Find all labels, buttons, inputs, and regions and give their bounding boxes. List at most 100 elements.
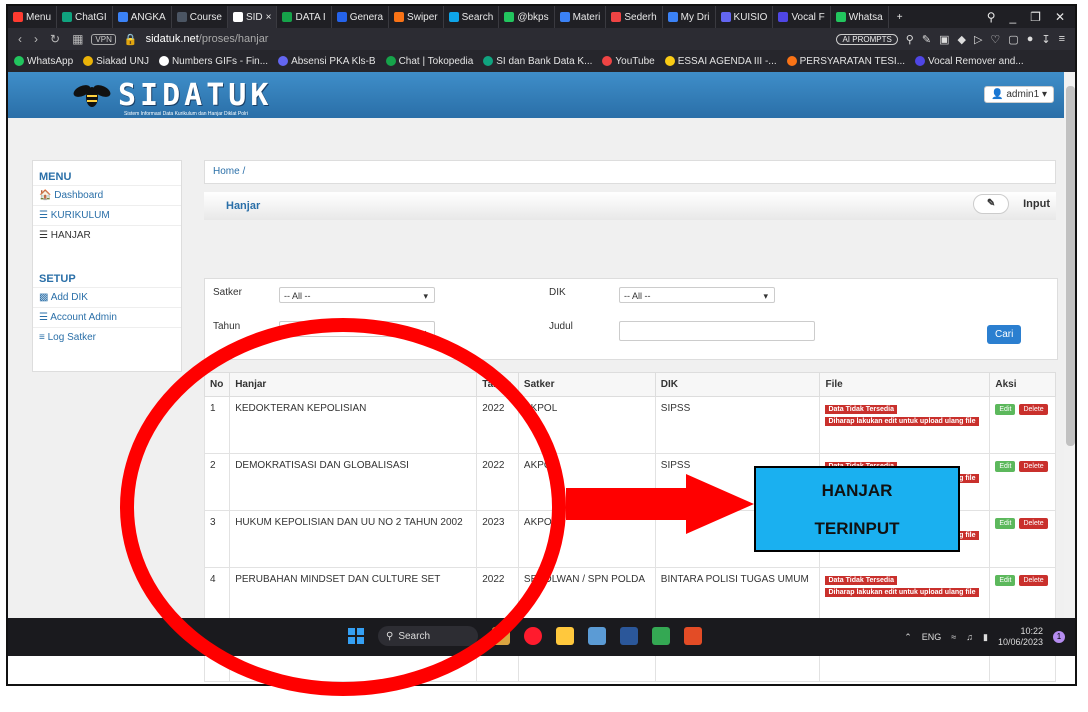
- heart-icon[interactable]: ♡: [990, 33, 1000, 46]
- bookmark-item[interactable]: PERSYARATAN TESI...: [786, 56, 905, 67]
- bookmark-item[interactable]: Absensi PKA Kls-B: [278, 56, 376, 67]
- browser-tab[interactable]: Genera: [332, 6, 390, 28]
- clock[interactable]: 10:22 10/06/2023: [998, 626, 1043, 648]
- delete-button[interactable]: Delete: [1019, 518, 1048, 529]
- windows-start-icon[interactable]: [348, 628, 364, 644]
- edit-button[interactable]: Edit: [995, 575, 1016, 586]
- bookmark-item[interactable]: Numbers GIFs - Fin...: [158, 56, 268, 67]
- judul-input[interactable]: [619, 321, 815, 341]
- chrome-app-icon[interactable]: [652, 627, 670, 645]
- page-scrollbar[interactable]: [1064, 72, 1075, 618]
- app-icon[interactable]: [588, 627, 606, 645]
- edit-button[interactable]: Edit: [995, 404, 1016, 415]
- play-icon[interactable]: ▷: [974, 33, 982, 46]
- edit-icon[interactable]: ✎: [922, 33, 931, 46]
- new-tab-icon[interactable]: +: [889, 12, 911, 23]
- chevron-up-icon[interactable]: ⌃: [904, 632, 912, 643]
- dik-select[interactable]: -- All -- ▾: [619, 287, 775, 303]
- browser-tab[interactable]: Course: [172, 6, 228, 28]
- bookmark-item[interactable]: SI dan Bank Data K...: [483, 56, 592, 67]
- callout-line2: TERINPUT: [814, 519, 900, 538]
- cell-satker: AKPOL: [517, 396, 656, 454]
- tab-favicon-icon: [394, 12, 405, 22]
- grid-icon[interactable]: ▦: [72, 32, 83, 46]
- browser-tab[interactable]: Materi: [555, 6, 607, 28]
- photos-app-icon[interactable]: [492, 627, 510, 645]
- browser-tab[interactable]: Sederh: [606, 6, 663, 28]
- ai-prompts-button[interactable]: AI PROMPTS: [836, 33, 898, 45]
- notification-badge[interactable]: 1: [1053, 631, 1065, 643]
- sidebar-item-add-dik[interactable]: ▩ Add DIK: [33, 287, 181, 307]
- bookmark-item[interactable]: YouTube: [602, 56, 655, 67]
- file-explorer-icon[interactable]: [556, 627, 574, 645]
- bookmark-item[interactable]: Siakad UNJ: [83, 56, 149, 67]
- url-field[interactable]: sidatuk.net/proses/hanjar: [146, 33, 269, 45]
- tab-favicon-icon: [282, 12, 293, 22]
- bookmark-favicon-icon: [786, 56, 797, 66]
- sidebar-item-account-admin[interactable]: ☰ Account Admin: [33, 307, 181, 327]
- browser-tab[interactable]: KUISIO: [716, 6, 774, 28]
- breadcrumb[interactable]: Home /: [204, 160, 1056, 184]
- close-icon[interactable]: ✕: [1055, 10, 1065, 24]
- close-tab-icon[interactable]: ×: [266, 12, 272, 23]
- browser-tab[interactable]: My Dri: [663, 6, 716, 28]
- taskbar-search[interactable]: ⚲ Search: [378, 626, 478, 646]
- edit-toggle-icon[interactable]: ✎: [973, 194, 1010, 214]
- browser-tab[interactable]: Swiper: [389, 6, 444, 28]
- bookmark-item[interactable]: WhatsApp: [14, 56, 73, 67]
- column-header: Hanjar: [229, 372, 478, 397]
- sidebar-item-dashboard[interactable]: 🏠 Dashboard: [33, 185, 181, 205]
- battery-icon[interactable]: ▮: [983, 632, 988, 643]
- browser-tab[interactable]: ANGKA: [113, 6, 172, 28]
- sidebar-item-hanjar[interactable]: ☰ HANJAR: [33, 225, 181, 245]
- minimize-icon[interactable]: _: [1009, 10, 1016, 24]
- vpn-badge[interactable]: VPN: [91, 33, 116, 45]
- browser-tab[interactable]: Vocal F: [773, 6, 831, 28]
- delete-button[interactable]: Delete: [1019, 461, 1048, 472]
- browser-tab[interactable]: Search: [444, 6, 500, 28]
- restore-icon[interactable]: ❐: [1030, 10, 1041, 24]
- wifi-icon[interactable]: ≈: [951, 632, 956, 642]
- delete-button[interactable]: Delete: [1019, 404, 1048, 415]
- word-app-icon[interactable]: [620, 627, 638, 645]
- reload-icon[interactable]: ↻: [50, 32, 60, 46]
- shield-icon[interactable]: ◆: [957, 33, 965, 46]
- language-indicator[interactable]: ENG: [922, 632, 942, 642]
- search-button[interactable]: Cari: [987, 325, 1022, 344]
- opera-app-icon[interactable]: [524, 627, 542, 645]
- office-app-icon[interactable]: [684, 627, 702, 645]
- cell-actions: EditDelete: [989, 396, 1056, 454]
- browser-tab[interactable]: ChatGI: [57, 6, 113, 28]
- forward-icon[interactable]: ›: [34, 32, 38, 46]
- bookmark-item[interactable]: Chat | Tokopedia: [385, 56, 473, 67]
- user-menu-button[interactable]: 👤 admin1 ▾: [984, 86, 1054, 103]
- site-logo[interactable]: SIDATUK Sistem Informasi Data Kurikulum …: [72, 78, 272, 117]
- bookmark-item[interactable]: ESSAI AGENDA III -...: [664, 56, 777, 67]
- menu-icon[interactable]: ≡: [1059, 33, 1065, 45]
- satker-select[interactable]: -- All -- ▾: [279, 287, 435, 303]
- browser-tab[interactable]: SID ×: [227, 6, 278, 28]
- search-icon[interactable]: ⚲: [987, 10, 996, 24]
- tahun-select[interactable]: ⌄: [279, 321, 435, 337]
- volume-icon[interactable]: ♫: [966, 632, 973, 642]
- download-icon[interactable]: ↧: [1041, 33, 1050, 46]
- scrollbar-thumb[interactable]: [1066, 86, 1075, 446]
- sidebar-item-log-satker[interactable]: ≡ Log Satker: [33, 327, 181, 371]
- edit-button[interactable]: Edit: [995, 461, 1016, 472]
- search-icon[interactable]: ⚲: [906, 33, 914, 46]
- edit-button[interactable]: Edit: [995, 518, 1016, 529]
- profile-icon[interactable]: ●: [1027, 33, 1034, 45]
- back-icon[interactable]: ‹: [18, 32, 22, 46]
- cube-icon[interactable]: ▢: [1008, 33, 1018, 46]
- sidebar-item-kurikulum[interactable]: ☰ KURIKULUM: [33, 205, 181, 225]
- camera-icon[interactable]: ▣: [939, 33, 949, 46]
- breadcrumb-home[interactable]: Home /: [213, 166, 245, 177]
- browser-tab[interactable]: Menu: [8, 6, 58, 28]
- browser-tab[interactable]: @bkps: [499, 6, 555, 28]
- browser-tab[interactable]: DATA I: [277, 6, 332, 28]
- delete-button[interactable]: Delete: [1019, 575, 1048, 586]
- bookmark-item[interactable]: Vocal Remover and...: [915, 56, 1024, 67]
- input-button[interactable]: ✎ Input: [973, 194, 1050, 214]
- cell-file: Data Tidak Tersedia Diharap lakukan edit …: [819, 396, 991, 454]
- browser-tab[interactable]: Whatsa: [831, 6, 889, 28]
